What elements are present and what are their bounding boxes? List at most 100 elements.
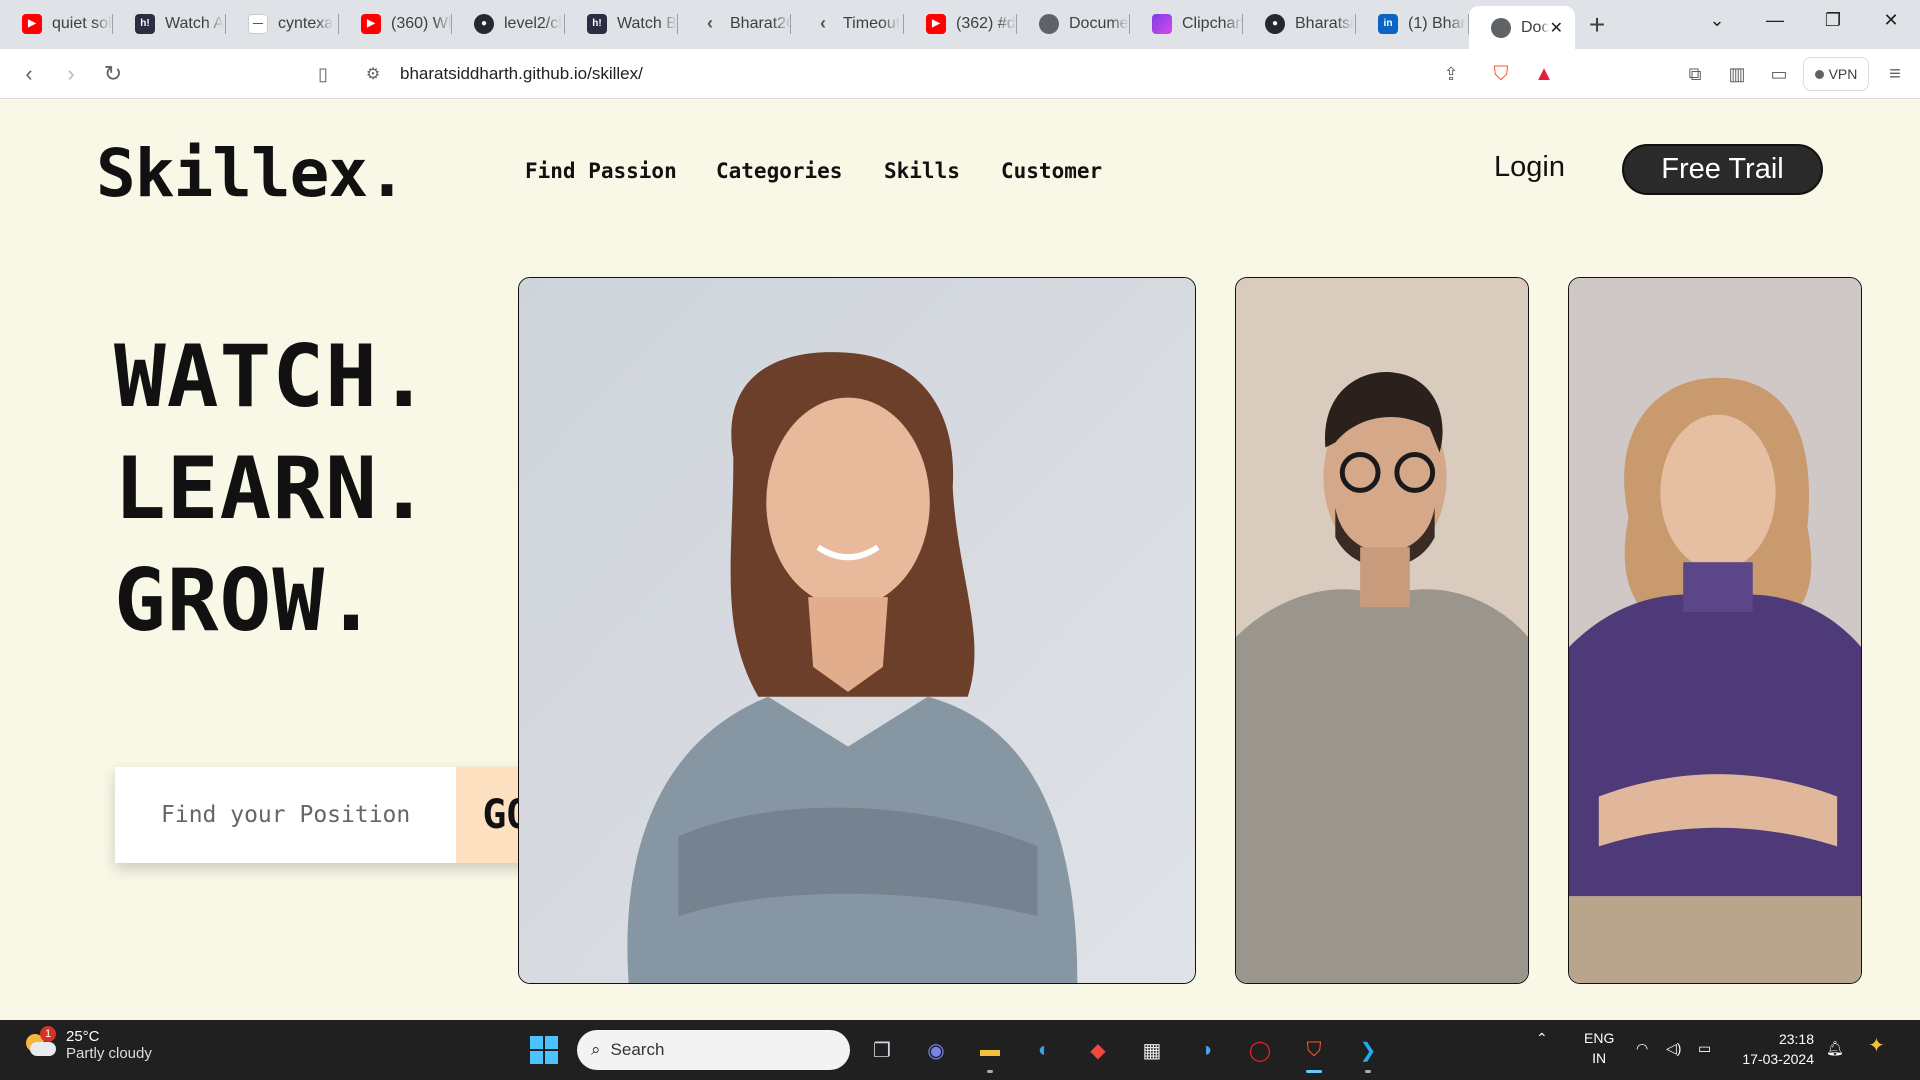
close-window-icon[interactable]: ✕	[1862, 0, 1920, 40]
youtube-icon: ▶	[926, 13, 946, 34]
youtube-icon: ▶	[22, 13, 42, 34]
photo-card-woman-grey-sweater	[518, 277, 1196, 984]
browser-tab[interactable]: h! Watch A	[113, 4, 226, 43]
github-icon: ●	[1265, 13, 1285, 34]
browser-tab-strip: ▶ quiet sol h! Watch A — cyntexa ▶ (360) Wh …	[0, 0, 1920, 49]
wifi-icon[interactable]: ◠	[1636, 1038, 1648, 1058]
copilot-icon[interactable]: ✦	[1868, 1036, 1885, 1056]
language-indicator[interactable]: ENG IN	[1584, 1028, 1614, 1068]
browser-tab[interactable]: h! Watch B	[565, 4, 678, 43]
brave-shield-icon[interactable]: ⛉	[1488, 61, 1514, 87]
browser-tab[interactable]: in (1) Bhar	[1356, 4, 1469, 43]
notification-bell-icon[interactable]: 🔔︎	[1826, 1038, 1844, 1058]
chat-icon[interactable]: ◉	[916, 1030, 956, 1070]
weather-notification-badge: 1	[40, 1026, 56, 1042]
restore-icon[interactable]: ❐	[1804, 0, 1862, 40]
edge-icon[interactable]: ◐	[1024, 1030, 1064, 1070]
nav-find-passion[interactable]: Find Passion	[525, 159, 677, 183]
skillex-page: Skillex. Find Passion Categories Skills …	[0, 99, 1920, 1020]
browser-tab[interactable]: ▶ (362) #d	[904, 4, 1017, 43]
wallet-icon[interactable]: ▭	[1766, 61, 1792, 87]
browser-toolbar: ‹ › ↻ ▯ ⚙ ⇪ ⛉ ▲ ⧉ ▥ ▭ ≡	[0, 49, 1920, 99]
blogger-icon: ‹	[820, 13, 826, 33]
window-controls: ⌄ — ❐ ✕	[1688, 0, 1920, 40]
taskbar-search[interactable]: ⌕ Search	[577, 1030, 850, 1070]
opera-icon[interactable]: ◯	[1240, 1030, 1280, 1070]
windows-logo-icon	[530, 1036, 558, 1064]
weather-widget[interactable]: 1 25°C Partly cloudy	[22, 1026, 152, 1062]
browser-tab-active[interactable]: Doc ✕	[1469, 6, 1575, 49]
menu-icon[interactable]: ≡	[1882, 61, 1908, 87]
photo-woman-grey-sweater	[519, 278, 1195, 983]
browser-tab[interactable]: — cyntexa	[226, 4, 339, 43]
back-icon[interactable]: ‹	[16, 61, 42, 87]
github-icon: ●	[474, 13, 494, 34]
photo-man-glasses	[1236, 278, 1528, 983]
sidebar-icon[interactable]: ▥	[1724, 61, 1750, 87]
youtube-icon: ▶	[361, 13, 381, 34]
microsoft-store-icon[interactable]: ▦	[1132, 1030, 1172, 1070]
weather-app-icon[interactable]: ◑	[1186, 1030, 1226, 1070]
site-settings-icon[interactable]: ⚙	[360, 61, 386, 87]
browser-tab[interactable]: ▶ quiet sol	[0, 4, 113, 43]
clipchamp-icon	[1152, 13, 1172, 34]
hero-line-learn: LEARN.	[114, 439, 431, 539]
weather-temperature: 25°C	[66, 1028, 100, 1045]
browser-tab[interactable]: ‹ Timeout	[791, 4, 904, 43]
battery-icon[interactable]: ▭	[1698, 1038, 1711, 1058]
browser-tab[interactable]: Docume	[1017, 4, 1130, 43]
task-view-icon[interactable]: ❐	[862, 1030, 902, 1070]
position-search-input[interactable]	[115, 767, 456, 863]
extensions-icon[interactable]: ⧉	[1682, 61, 1708, 87]
nav-customer[interactable]: Customer	[1001, 159, 1102, 183]
site-logo[interactable]: Skillex.	[96, 135, 407, 212]
reload-icon[interactable]: ↻	[100, 61, 126, 87]
browser-tab[interactable]: ● level2/cl	[452, 4, 565, 43]
tab-search-icon[interactable]: ⌄	[1688, 0, 1746, 40]
free-trial-button[interactable]: Free Trail	[1622, 144, 1823, 195]
start-button[interactable]	[524, 1030, 564, 1070]
volume-icon[interactable]: ◁)	[1666, 1038, 1681, 1058]
close-tab-icon[interactable]: ✕	[1550, 18, 1563, 38]
new-tab-button[interactable]: +	[1575, 5, 1619, 45]
globe-icon	[1039, 13, 1059, 34]
file-explorer-icon[interactable]: ▬	[970, 1030, 1010, 1073]
hero-line-watch: WATCH.	[114, 327, 431, 427]
minimize-icon[interactable]: —	[1746, 0, 1804, 40]
bookmark-icon[interactable]: ▯	[310, 61, 336, 87]
photo-card-woman-purple-sweater	[1568, 277, 1862, 984]
taskbar-search-label: Search	[610, 1040, 665, 1059]
weather-condition: Partly cloudy	[66, 1045, 152, 1062]
linkedin-icon: in	[1378, 13, 1398, 34]
partly-cloudy-icon: 1	[22, 1026, 56, 1060]
browser-tab[interactable]: Clipchan	[1130, 4, 1243, 43]
clock-date: 17-03-2024	[1742, 1051, 1814, 1067]
hero-line-grow: GROW.	[114, 551, 378, 651]
nav-skills[interactable]: Skills	[884, 159, 960, 183]
url-text[interactable]: bharatsiddharth.github.io/skillex/	[400, 64, 643, 84]
login-link[interactable]: Login	[1494, 151, 1565, 184]
system-clock[interactable]: 23:18 17-03-2024	[1734, 1029, 1814, 1069]
show-hidden-icons[interactable]: ⌃	[1536, 1028, 1548, 1048]
browser-tab[interactable]: ● Bharatsi	[1243, 4, 1356, 43]
share-icon[interactable]: ⇪	[1438, 61, 1464, 87]
cyntexa-icon: —	[248, 13, 268, 34]
hianime-icon: h!	[135, 13, 155, 34]
windows-taskbar: 1 25°C Partly cloudy ⌕ Search ❐ ◉ ▬ ◐ ◆ …	[0, 1020, 1920, 1080]
clock-time: 23:18	[1778, 1031, 1814, 1047]
browser-tab[interactable]: ▶ (360) Wh	[339, 4, 452, 43]
browser-tab[interactable]: ‹ Bharat2C	[678, 4, 791, 43]
vpn-button[interactable]: VPN	[1803, 57, 1869, 91]
forward-icon[interactable]: ›	[58, 61, 84, 87]
anydesk-icon[interactable]: ◆	[1078, 1030, 1118, 1070]
vscode-icon[interactable]: ❯	[1348, 1030, 1388, 1073]
brave-browser-icon[interactable]: ⛉	[1294, 1030, 1334, 1073]
search-icon: ⌕	[591, 1040, 601, 1059]
photo-card-man-glasses	[1235, 277, 1529, 984]
brave-rewards-icon[interactable]: ▲	[1531, 61, 1557, 87]
nav-categories[interactable]: Categories	[716, 159, 842, 183]
position-search: GO	[115, 767, 557, 863]
globe-icon	[1491, 17, 1511, 38]
hianime-icon: h!	[587, 13, 607, 34]
blogger-icon: ‹	[707, 13, 713, 33]
